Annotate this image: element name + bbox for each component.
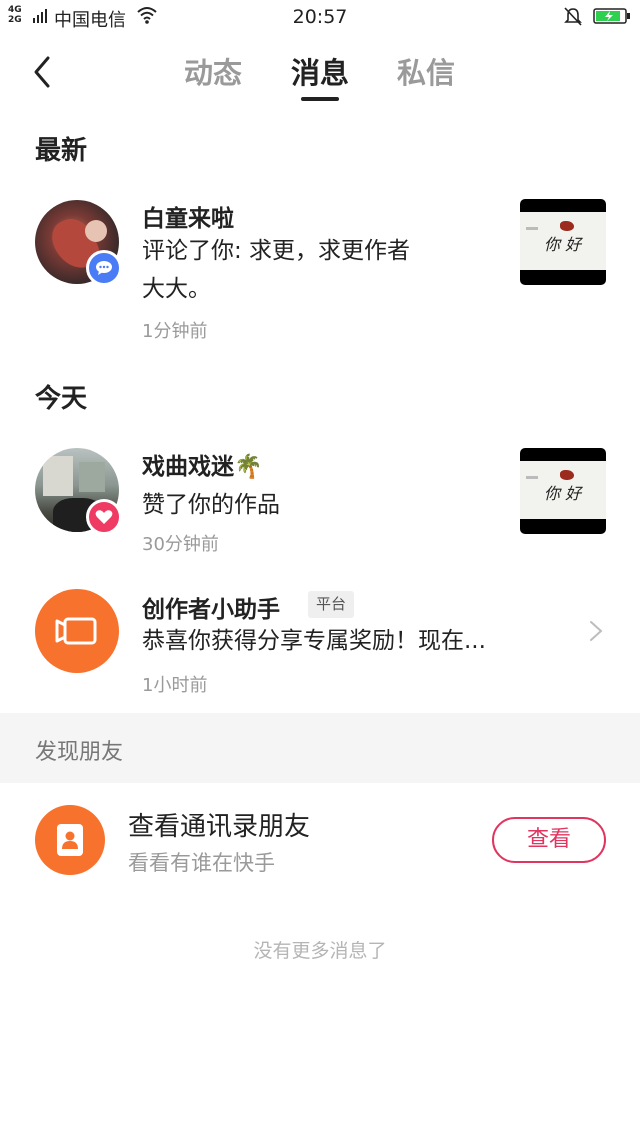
timestamp: 30分钟前 — [142, 534, 219, 555]
contacts-icon — [35, 805, 105, 875]
no-more-messages: 没有更多消息了 — [253, 940, 387, 962]
timestamp: 1小时前 — [142, 675, 208, 696]
battery-icon — [593, 8, 630, 24]
mute-bell-icon — [564, 7, 582, 26]
message-text-line-2: 大大。 — [142, 276, 211, 302]
timestamp: 1分钟前 — [142, 321, 208, 342]
message-text: 赞了你的作品 — [142, 492, 280, 518]
comment-icon — [86, 250, 122, 286]
contacts-title: 查看通讯录朋友 — [128, 812, 311, 842]
contacts-subtitle: 看看有谁在快手 — [128, 851, 275, 875]
tab-private-messages[interactable]: 私信 — [397, 50, 455, 92]
creator-assistant-avatar[interactable] — [35, 589, 119, 673]
video-thumbnail[interactable]: 你 好 — [520, 199, 606, 285]
tab-messages[interactable]: 消息 — [291, 50, 349, 92]
chevron-right-icon[interactable] — [588, 619, 604, 643]
status-bar: 4G 2G 中国电信 20:57 — [0, 0, 640, 34]
heart-icon — [86, 499, 122, 535]
discover-title: 发现朋友 — [35, 740, 124, 765]
section-title-today: 今天 — [35, 384, 88, 414]
platform-badge: 平台 — [308, 591, 355, 618]
discover-section-header: 发现朋友 — [0, 713, 640, 783]
active-tab-indicator — [301, 97, 339, 101]
message-text-line-1: 评论了你: 求更，求更作者 — [142, 238, 411, 264]
section-title-latest: 最新 — [35, 136, 88, 166]
sender-name[interactable]: 创作者小助手 — [142, 590, 280, 624]
clock: 20:57 — [292, 6, 348, 28]
tab-dynamics[interactable]: 动态 — [184, 50, 242, 92]
video-camera-icon — [55, 617, 97, 645]
sender-name[interactable]: 白童来啦 — [142, 199, 234, 233]
message-text: 恭喜你获得分享专属奖励！现在... — [142, 628, 486, 654]
back-button[interactable] — [28, 52, 58, 92]
sender-name[interactable]: 戏曲戏迷🌴 — [142, 447, 263, 481]
video-thumbnail[interactable]: 你 好 — [520, 448, 606, 534]
thumbnail-text: 你 好 — [544, 484, 582, 503]
view-contacts-button[interactable]: 查看 — [492, 817, 606, 863]
thumbnail-text: 你 好 — [544, 235, 582, 254]
